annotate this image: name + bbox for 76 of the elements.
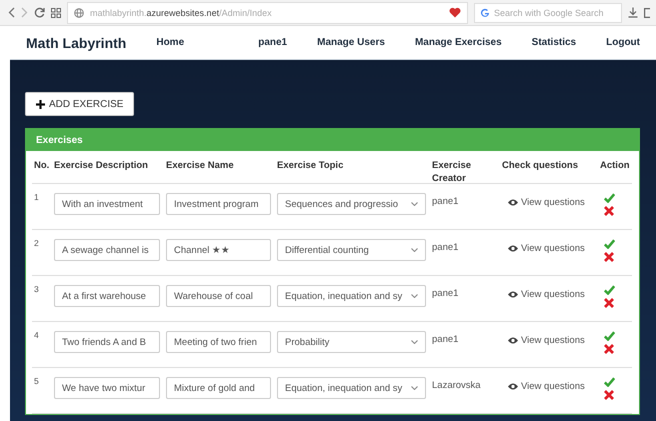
name-field[interactable]: Channel ★★ [166,239,271,261]
name-field[interactable]: Warehouse of coal [166,285,271,307]
column-header: Action [598,151,632,184]
topic-dropdown[interactable]: Sequences and progressio [277,193,426,215]
delete-icon[interactable] [604,252,614,262]
reload-icon[interactable] [34,7,45,18]
description-field[interactable]: We have two mixtur [54,377,160,399]
name-field[interactable]: Meeting of two frien [166,331,271,353]
check-icon[interactable] [604,331,615,341]
creator-text: pane1 [432,195,458,207]
google-icon [480,8,490,18]
topic-dropdown[interactable]: Equation, inequation and sy [277,377,426,399]
check-icon[interactable] [604,377,615,387]
download-icon[interactable] [628,7,638,18]
back-icon[interactable] [8,7,15,18]
column-header: Exercise Name [164,151,275,184]
address-bar[interactable]: mathlabyrinth.azurewebsites.net/Admin/Index [67,2,468,24]
eye-icon [508,337,518,344]
column-header: No. [32,151,52,184]
view-questions-link[interactable]: View questions [508,381,585,392]
topic-dropdown[interactable]: Equation, inequation and sy [277,285,426,307]
nav-link[interactable]: Statistics [532,37,576,48]
chevron-icon [411,248,418,252]
brand-link[interactable]: Math Labyrinth [26,34,126,50]
chevron-icon [411,340,418,344]
chevron-icon [411,202,418,206]
column-header: Exercise Description [52,151,164,184]
nav-link[interactable]: Home [156,37,184,48]
description-field[interactable]: With an investment [54,193,160,215]
grid-icon[interactable] [51,8,61,18]
globe-icon [74,8,84,18]
eye-icon [508,245,518,252]
description-field[interactable]: A sewage channel is [54,239,160,261]
nav-link[interactable]: pane1 [258,37,288,48]
window-icon[interactable] [644,8,650,18]
row-number: 2 [34,238,39,248]
view-questions-link[interactable]: View questions [508,197,585,208]
description-field[interactable]: At a first warehouse [54,285,160,307]
topic-dropdown[interactable]: Differential counting [277,239,426,261]
creator-text: pane1 [432,241,458,253]
delete-icon[interactable] [604,390,614,400]
nav-link[interactable]: Manage Users [317,37,385,48]
check-icon[interactable] [604,285,615,295]
creator-text: pane1 [432,287,458,299]
nav-link[interactable]: Logout [606,37,640,48]
eye-icon [508,199,518,206]
view-questions-link[interactable]: View questions [508,335,585,346]
delete-icon[interactable] [604,298,614,308]
row-number: 1 [34,192,39,202]
row-number: 3 [34,284,39,294]
name-field[interactable]: Mixture of gold and [166,377,271,399]
view-questions-link[interactable]: View questions [508,289,585,300]
plus-icon [36,100,45,108]
delete-icon[interactable] [604,206,614,216]
view-questions-link[interactable]: View questions [508,243,585,254]
column-header: Exercise Creator [430,151,500,184]
check-icon[interactable] [604,239,615,249]
eye-icon [508,383,518,390]
chevron-icon [411,294,418,298]
creator-text: pane1 [432,333,458,345]
panel-title: Exercises [26,129,639,151]
name-field[interactable]: Investment program [166,193,271,215]
row-number: 4 [34,330,39,340]
column-header: Check questions [500,151,598,184]
topic-dropdown[interactable]: Probability [277,331,426,353]
add-exercise-button[interactable]: ADD EXERCISE [25,92,134,116]
chevron-icon [411,386,418,390]
creator-text: Lazarovska [432,379,481,391]
description-field[interactable]: Two friends A and B [54,331,160,353]
check-icon[interactable] [604,193,615,203]
delete-icon[interactable] [604,344,614,354]
column-header: Exercise Topic [275,151,430,184]
eye-icon [508,291,518,298]
heart-icon[interactable] [449,7,461,18]
row-number: 5 [34,376,39,386]
nav-link[interactable]: Manage Exercises [414,37,502,48]
